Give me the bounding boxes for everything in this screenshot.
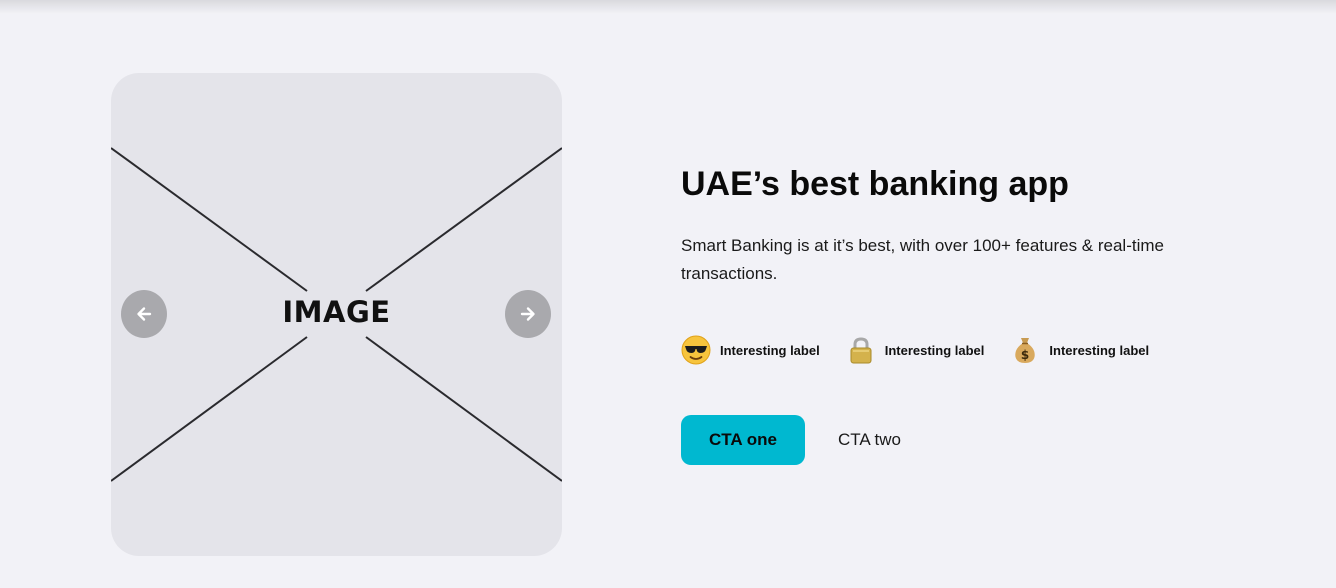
feature-label: Interesting label (884, 342, 985, 358)
svg-text:$: $ (1021, 348, 1029, 362)
cta-one-button[interactable]: CTA one (681, 415, 805, 465)
hero-description: Smart Banking is at it’s best, with over… (681, 236, 1164, 283)
money-bag-icon: $ (1010, 335, 1040, 365)
header-shadow (0, 0, 1336, 14)
carousel-prev-button[interactable] (121, 290, 167, 338)
lock-icon (846, 335, 876, 365)
feature-list: Interesting label Interesting label $ In… (681, 335, 1175, 365)
arrow-left-icon (137, 307, 152, 321)
image-carousel: IMAGE (111, 73, 562, 556)
feature-label: Interesting label (1049, 342, 1150, 358)
sunglasses-face-icon (681, 335, 711, 365)
arrow-right-icon (520, 307, 535, 321)
image-placeholder-label: IMAGE (282, 295, 391, 329)
hero-title: UAE’s best banking app (681, 165, 1069, 203)
cta-two-link[interactable]: CTA two (838, 415, 901, 465)
feature-item: Interesting label (681, 335, 820, 365)
carousel-next-button[interactable] (505, 290, 551, 338)
feature-label: Interesting label (720, 342, 820, 358)
feature-item: Interesting label (846, 335, 985, 365)
feature-item: $ Interesting label (1010, 335, 1149, 365)
